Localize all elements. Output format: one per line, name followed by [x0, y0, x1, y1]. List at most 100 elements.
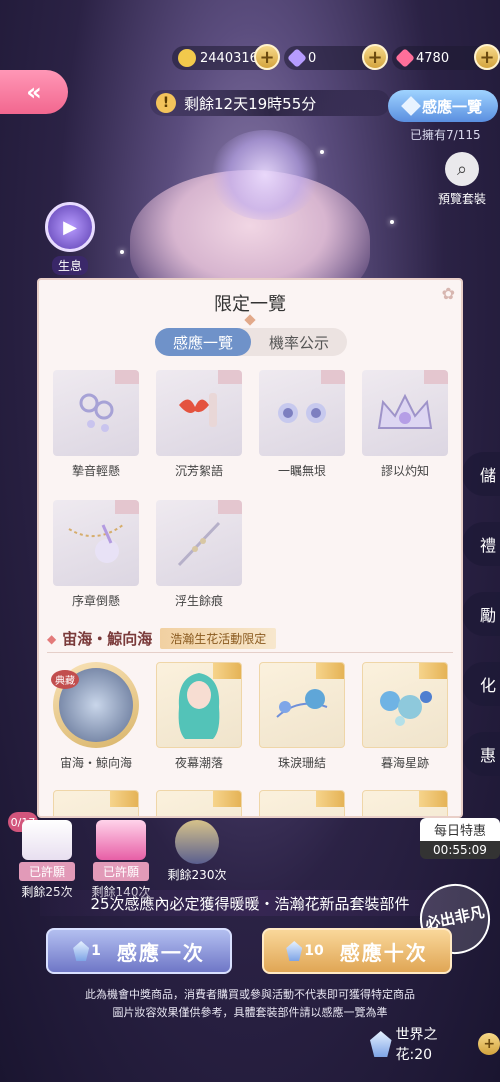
- story-label: 生息: [51, 256, 88, 275]
- butterfly-bottle-icon: [179, 393, 217, 427]
- sparkle: [120, 250, 124, 254]
- exclamation-icon: !: [156, 93, 176, 113]
- eye-lens-icon: [278, 403, 326, 423]
- cat-coin-icon: [178, 49, 196, 67]
- item-thumbnail: [259, 790, 345, 816]
- rarity-tag: [218, 370, 242, 384]
- tab-collection-overview[interactable]: 感應一覽: [155, 328, 251, 356]
- side-menu-item[interactable]: 化: [462, 662, 500, 706]
- add-pink-diamond-button[interactable]: +: [474, 44, 500, 70]
- set-item-card[interactable]: [259, 790, 345, 816]
- set-item-card[interactable]: [53, 790, 139, 816]
- add-diamond-button[interactable]: +: [362, 44, 388, 70]
- story-button[interactable]: ▶ 生息: [42, 202, 98, 275]
- item-thumbnail: [259, 662, 345, 748]
- item-name: 珠淚珊結: [277, 756, 326, 770]
- collection-tag: 典藏: [51, 670, 79, 689]
- item-name: 浮生餘痕: [174, 594, 223, 608]
- side-menu-item[interactable]: 勵: [462, 592, 500, 636]
- draw-once-button[interactable]: 1 感應一次: [46, 928, 232, 974]
- starfish-hairpiece-icon: [380, 691, 432, 726]
- item-name: 一瞩無垠: [277, 464, 326, 478]
- wish-reward[interactable]: 已許願 剩餘25次: [14, 820, 80, 900]
- item-name: 宙海・鯨向海: [59, 756, 132, 770]
- preview-label: 預覽套裝: [437, 192, 486, 206]
- suit-portrait: 典藏: [51, 662, 139, 748]
- collection-overview-button[interactable]: 感應一覽: [388, 90, 498, 122]
- sparkle: [320, 150, 324, 154]
- pendant-icon: [68, 524, 124, 563]
- pink-diamond-value: 4780: [416, 50, 450, 66]
- diamond-value: 0: [308, 50, 317, 66]
- wish-status: 已許願: [92, 862, 149, 881]
- wish-reward[interactable]: 剩餘230次: [164, 820, 230, 883]
- world-flower-counter: 世界之花:20 +: [370, 1024, 500, 1064]
- disclaimer-line-2: 圖片妝容效果僅供參考，具體套裝部件請以感應一覽為準: [112, 1006, 388, 1019]
- draw-ten-button[interactable]: 10 感應十次: [262, 928, 452, 974]
- diamond-icon: [287, 48, 307, 68]
- wish-reward[interactable]: 已許願 剩餘140次: [88, 820, 154, 900]
- set-item-card[interactable]: [156, 790, 242, 816]
- disclaimer-line-1: 此為機會中獎商品，消費者購買或參與活動不代表即可獲得特定商品: [85, 988, 415, 1001]
- modal-tabs: 感應一覽 機率公示: [155, 328, 347, 356]
- add-world-flower-button[interactable]: +: [478, 1033, 500, 1055]
- dress-icon: [22, 820, 72, 860]
- set-item-card[interactable]: 夜幕潮落: [156, 662, 242, 770]
- hairstyle-icon: [178, 673, 220, 739]
- item-card[interactable]: 一瞩無垠: [259, 370, 345, 478]
- add-gold-button[interactable]: +: [254, 44, 280, 70]
- guarantee-banner: 25次感應內必定獲得暖暖・浩瀚花新品套裝部件: [40, 890, 460, 916]
- item-card[interactable]: 浮生餘痕: [156, 500, 242, 608]
- item-card[interactable]: 序章倒懸: [53, 500, 139, 608]
- item-name: 暮海星跡: [380, 756, 429, 770]
- background-flower-crown: [210, 130, 320, 220]
- daily-deal-button[interactable]: 每日特惠 00:55:09: [420, 818, 500, 859]
- crystal-icon: [73, 941, 90, 961]
- item-card[interactable]: 摯音輕懸: [53, 370, 139, 478]
- set-item-card[interactable]: 典藏 宙海・鯨向海: [51, 662, 139, 770]
- item-thumbnail: [362, 662, 448, 748]
- side-menu-item[interactable]: 惠: [462, 732, 500, 776]
- set-item-card[interactable]: 珠淚珊結: [259, 662, 345, 770]
- daily-deal-timer: 00:55:09: [420, 841, 500, 859]
- rarity-tag: [321, 370, 345, 384]
- item-thumbnail: [362, 370, 448, 456]
- side-menu-item[interactable]: 禮: [462, 522, 500, 566]
- crown-icon: [377, 393, 433, 429]
- draw-ten-label: 感應十次: [339, 940, 428, 965]
- tab-probability[interactable]: 機率公示: [251, 328, 347, 356]
- crystal-icon: [286, 941, 303, 961]
- daily-deal-label: 每日特惠: [420, 818, 500, 841]
- double-chevron-left-icon: «: [26, 78, 42, 106]
- pink-diamond-currency: 4780 +: [392, 44, 500, 70]
- play-icon: ▶: [45, 202, 95, 252]
- set-items-grid: 典藏 宙海・鯨向海 夜幕潮落 珠淚珊結 暮海星跡: [51, 662, 453, 816]
- set-item-card[interactable]: 暮海星跡: [362, 662, 448, 770]
- back-button[interactable]: «: [0, 70, 68, 114]
- timer-text: 剩餘12天19時55分: [184, 94, 317, 113]
- item-thumbnail: [156, 370, 242, 456]
- earring-icon: [79, 393, 114, 432]
- section-divider: [47, 652, 453, 653]
- limited-overview-modal: ✿ 限定一覽 感應一覽 機率公示 摯音輕懸 沉芳絮語 一瞩無垠 謬以灼知 序章倒…: [37, 278, 463, 818]
- preview-outfit-button[interactable]: ⌕ 預覽套裝: [432, 152, 492, 207]
- item-name: 謬以灼知: [380, 464, 429, 478]
- magnifier-icon: ⌕: [445, 152, 479, 186]
- set-item-card[interactable]: [362, 790, 448, 816]
- set-section-header: ◆ 宙海・鯨向海 浩瀚生花活動限定: [47, 628, 457, 649]
- title-diamond-deco: [244, 314, 256, 326]
- side-menu-item[interactable]: 儲: [462, 452, 500, 496]
- event-limited-badge: 浩瀚生花活動限定: [160, 628, 277, 649]
- wish-status: 已許願: [18, 862, 75, 881]
- dress-icon: [96, 820, 146, 860]
- diamond-currency: 0 +: [284, 44, 388, 70]
- item-thumbnail: [156, 500, 242, 586]
- draw-once-cost: 1: [91, 943, 101, 959]
- item-card[interactable]: 沉芳絮語: [156, 370, 242, 478]
- rarity-tag: [115, 370, 139, 384]
- pink-diamond-icon: [395, 48, 415, 68]
- owned-count: 已擁有7/115: [410, 128, 481, 142]
- item-card[interactable]: 謬以灼知: [362, 370, 448, 478]
- item-thumbnail: [53, 370, 139, 456]
- item-thumbnail: [156, 790, 242, 816]
